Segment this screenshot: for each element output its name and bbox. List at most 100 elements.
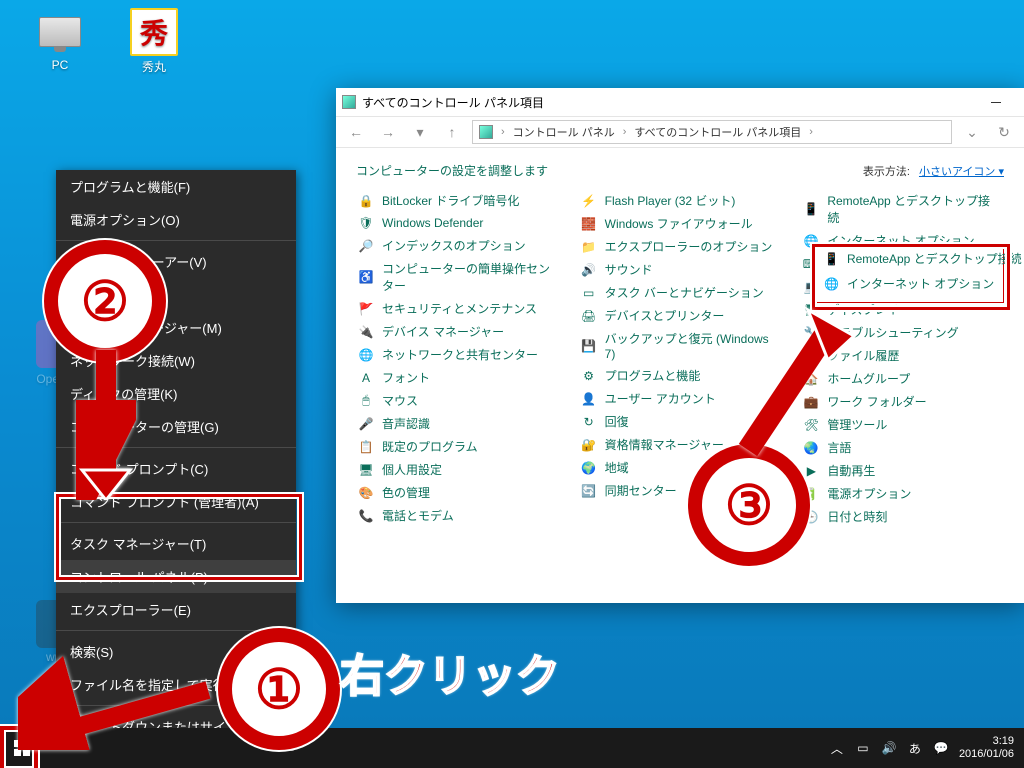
desktop-icon-hidemaru[interactable]: 秀 秀丸 [118, 8, 190, 75]
cp-item-icon: 🚩 [358, 301, 374, 317]
cp-item-icon: 🔄 [581, 483, 597, 499]
cp-item-icon: 📱 [803, 201, 819, 217]
cp-item[interactable]: 🛡Windows Defender [356, 212, 559, 234]
menu-separator [56, 522, 296, 523]
cp-item[interactable]: 🔊サウンド [579, 258, 782, 281]
desktop-icon-label: PC [24, 58, 96, 72]
cp-item-remoteapp-overlay[interactable]: 📱RemoteApp とデスクトップ接続 [824, 250, 1022, 267]
cp-item-label: Flash Player (32 ビット) [605, 192, 736, 209]
view-value[interactable]: 小さいアイコン ▾ [919, 166, 1004, 178]
cp-item-icon: ⌨ [803, 256, 819, 272]
cp-item-label: ネットワークと共有センター [382, 346, 538, 363]
clock[interactable]: 3:19 2016/01/06 [959, 735, 1014, 761]
window-icon [342, 95, 356, 109]
cp-item[interactable]: 🔋電源オプション [801, 482, 1004, 505]
cp-item-icon: ⚙ [581, 368, 597, 384]
cp-item-icon: ⚡ [581, 193, 597, 209]
cp-item[interactable]: 🌐 ネットワークと共有センター [356, 343, 559, 366]
minimize-button[interactable] [974, 88, 1018, 116]
annotation-step2: ② [44, 240, 166, 362]
cp-item-icon: 💻 [803, 279, 819, 295]
cp-item-label: Windows ファイアウォール [605, 215, 753, 232]
cp-item-icon: 🔎 [358, 238, 374, 254]
chevron-right-icon: › [501, 126, 505, 138]
system-tray: ︿ ▭ 🔊 あ 💬 3:19 2016/01/06 [819, 728, 1024, 768]
desktop-icon-pc[interactable]: PC [24, 8, 96, 72]
cp-item[interactable]: Aフォント [356, 366, 559, 389]
cp-item[interactable]: 🧱Windows ファイアウォール [579, 212, 782, 235]
cp-item[interactable]: 🕒日付と時刻 [801, 505, 1004, 528]
winx-item[interactable]: コントロール パネル(P) [56, 560, 296, 593]
tray-chevron-icon[interactable]: ︿ [829, 740, 845, 756]
cp-item-icon: 🎤 [358, 416, 374, 432]
winx-item[interactable]: エクスプローラー(E) [56, 593, 296, 626]
dropdown-button[interactable]: ⌄ [960, 120, 984, 144]
cp-item-icon: 🔐 [581, 437, 597, 453]
cp-item-label: 同期センター [605, 482, 677, 499]
cp-item[interactable]: 🖱マウス [356, 389, 559, 412]
cp-item-label: インターネット オプション [827, 232, 974, 249]
hidemaru-icon: 秀 [130, 8, 178, 56]
cp-item[interactable]: 📱RemoteApp とデスクトップ接続 [801, 189, 1004, 229]
pc-icon [39, 17, 81, 47]
cp-item-icon: 👤 [581, 391, 597, 407]
cp-item[interactable]: 🌐 インターネット オプション [801, 229, 1004, 252]
cp-item[interactable]: 📁エクスプローラーのオプション [579, 235, 782, 258]
back-button[interactable]: ← [344, 120, 368, 144]
breadcrumb[interactable]: › コントロール パネル › すべてのコントロール パネル項目 › [472, 120, 952, 144]
cp-item-label: 自動再生 [827, 462, 875, 479]
ime-icon[interactable]: あ [907, 740, 923, 756]
recent-button[interactable]: ▾ [408, 120, 432, 144]
window-title: すべてのコントロール パネル項目 [362, 94, 544, 111]
cp-item[interactable]: 🎨 色の管理 [356, 481, 559, 504]
notification-icon[interactable]: 💬 [933, 740, 949, 756]
cp-item-icon: 🛡 [358, 215, 374, 231]
cp-item-icon: 🌐 [803, 233, 819, 249]
network-icon[interactable]: ▭ [855, 740, 871, 756]
cp-item[interactable]: 🎤音声認識 [356, 412, 559, 435]
cp-item[interactable]: 🖥個人用設定 [356, 458, 559, 481]
forward-button[interactable]: → [376, 120, 400, 144]
cp-item-label: ユーザー アカウント [605, 390, 716, 407]
cp-item-label: 資格情報マネージャー [605, 436, 724, 453]
cp-item-internet-options-overlay[interactable]: 🌐インターネット オプション [824, 275, 994, 292]
refresh-button[interactable]: ↻ [992, 120, 1016, 144]
cp-item[interactable]: 🔌デバイス マネージャー [356, 320, 559, 343]
cp-item-label: サウンド [605, 261, 653, 278]
winx-item[interactable]: タスク マネージャー(T) [56, 527, 296, 560]
cp-item-icon: 🔒 [358, 193, 374, 209]
volume-icon[interactable]: 🔊 [881, 740, 897, 756]
cp-item-label: 日付と時刻 [827, 508, 887, 525]
cp-item[interactable]: ⚡ Flash Player (32 ビット) [579, 189, 782, 212]
cp-item[interactable]: 📋 既定のプログラム [356, 435, 559, 458]
desktop: PC 秀 秀丸 OpenJシ wush プログラムと機能(F)電源オプション(O… [0, 0, 1024, 768]
breadcrumb-item[interactable]: コントロール パネル [513, 124, 615, 140]
cp-item[interactable]: 🔒BitLocker ドライブ暗号化 [356, 189, 559, 212]
remoteapp-icon: 📱 [824, 252, 839, 266]
annotation-arrow3 [738, 300, 858, 463]
cp-item[interactable]: 🔎インデックスのオプション [356, 234, 559, 257]
cp-item[interactable]: 🚩セキュリティとメンテナンス [356, 297, 559, 320]
winx-item[interactable]: プログラムと機能(F) [56, 170, 296, 203]
cp-item-icon: 🌐 [358, 347, 374, 363]
cp-item-label: 電話とモデム [382, 507, 454, 524]
cp-item-icon: ↻ [581, 414, 597, 430]
cp-item-icon: 🎨 [358, 485, 374, 501]
cp-item-label: 電源オプション [827, 485, 911, 502]
cp-item[interactable]: 📞電話とモデム [356, 504, 559, 527]
breadcrumb-item[interactable]: すべてのコントロール パネル項目 [634, 124, 801, 140]
cp-item-icon: ▶ [803, 463, 819, 479]
annotation-right-click-text: 右クリック [340, 640, 560, 704]
up-button[interactable]: ↑ [440, 120, 464, 144]
cp-item-label: 既定のプログラム [382, 438, 478, 455]
titlebar[interactable]: すべてのコントロール パネル項目 [336, 88, 1024, 117]
view-label: 表示方法: [863, 166, 910, 178]
cp-item-icon: 🌍 [581, 460, 597, 476]
cp-item[interactable]: ♿コンピューターの簡単操作センター [356, 257, 559, 297]
winx-item[interactable]: 電源オプション(O) [56, 203, 296, 236]
cp-item-icon: 📋 [358, 439, 374, 455]
cp-item-label: 色の管理 [382, 484, 430, 501]
cp-item-icon: 🔌 [358, 324, 374, 340]
desktop-icon-label: 秀丸 [118, 58, 190, 75]
cp-item-label: デバイスとプリンター [605, 307, 725, 324]
